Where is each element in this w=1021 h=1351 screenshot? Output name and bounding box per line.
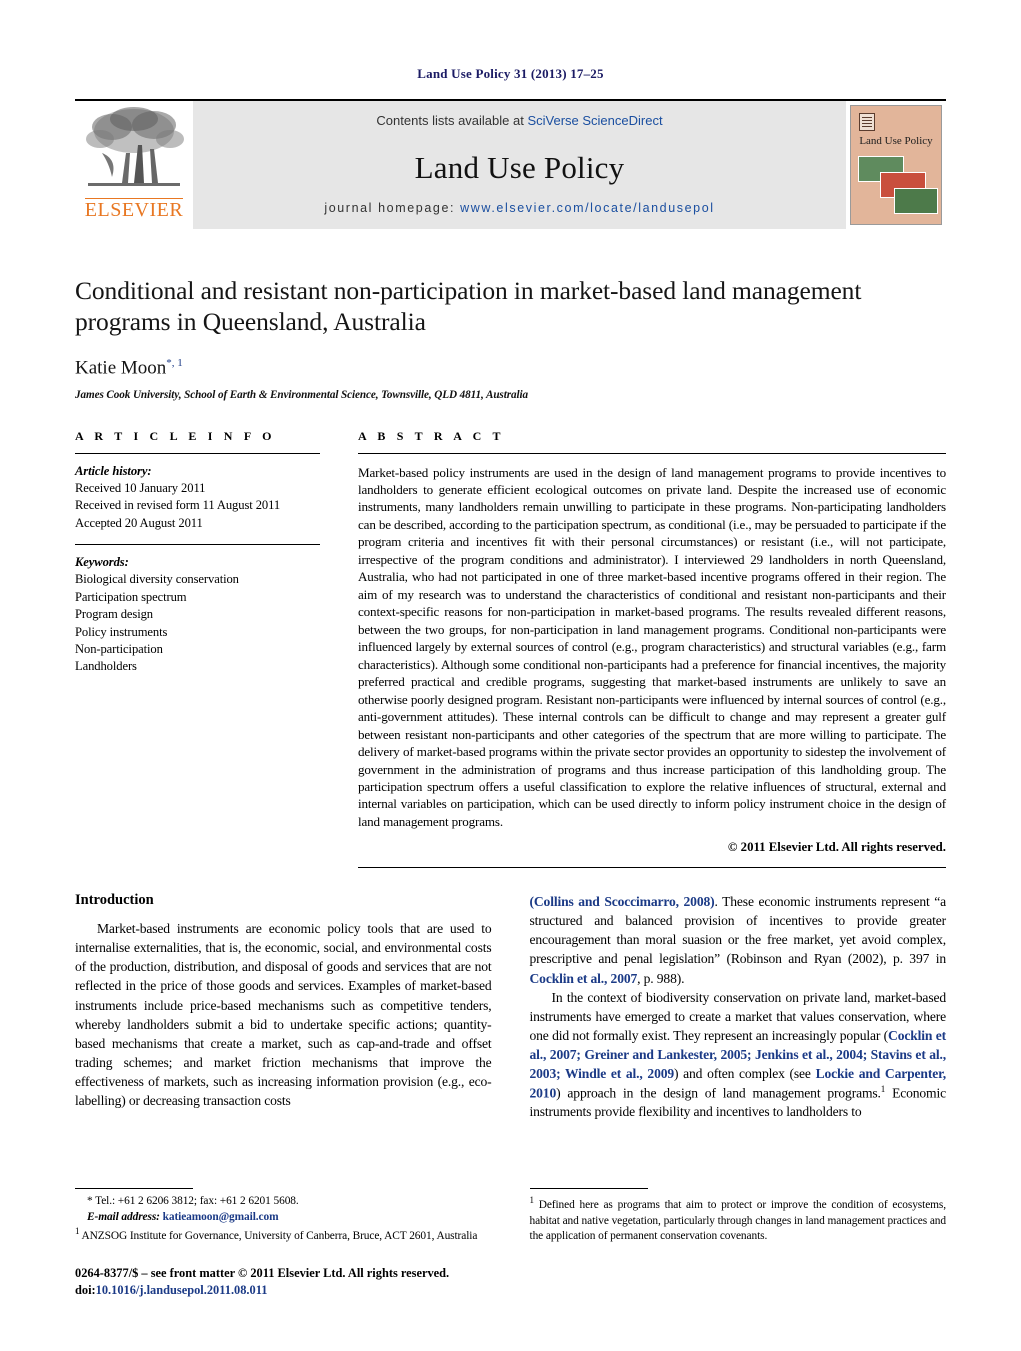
- sciencedirect-link[interactable]: SciVerse ScienceDirect: [527, 113, 662, 128]
- history-accepted: Accepted 20 August 2011: [75, 515, 203, 530]
- corresponding-author-note: * Tel.: +61 2 6206 3812; fax: +61 2 6201…: [87, 1195, 299, 1208]
- doi-line: doi:10.1016/j.landusepol.2011.08.011: [75, 1282, 492, 1299]
- citation-cocklin-2007[interactable]: Cocklin et al., 2007: [530, 971, 638, 986]
- journal-band: Contents lists available at SciVerse Sci…: [193, 101, 846, 229]
- keywords-label: Keywords:: [75, 555, 129, 570]
- homepage-url-link[interactable]: www.elsevier.com/locate/landusepol: [460, 201, 715, 215]
- doi-link[interactable]: 10.1016/j.landusepol.2011.08.011: [96, 1283, 268, 1297]
- article-page: Land Use Policy 31 (2013) 17–25 ELSEVIER…: [0, 0, 1021, 1351]
- abstract-column: A B S T R A C T Market-based policy inst…: [358, 429, 946, 869]
- abstract-rule: [358, 452, 946, 454]
- footnote-rule-left: [75, 1188, 193, 1190]
- footnote-left-column: * Tel.: +61 2 6206 3812; fax: +61 2 6201…: [75, 1188, 492, 1299]
- keyword-item: Biological diversity conservation: [75, 572, 239, 587]
- journal-cover-thumbnail: Land Use Policy: [846, 101, 946, 229]
- intro-paragraph-1-continued: (Collins and Scoccimarro, 2008). These e…: [530, 892, 947, 987]
- keyword-item: Program design: [75, 607, 153, 622]
- elsevier-logo: ELSEVIER: [75, 101, 193, 229]
- journal-title: Land Use Policy: [414, 150, 625, 185]
- journal-homepage-line: journal homepage: www.elsevier.com/locat…: [324, 201, 714, 215]
- article-info-separator: [75, 544, 320, 546]
- author-affiliation: James Cook University, School of Earth &…: [75, 388, 528, 401]
- cover-publisher-icon: [859, 113, 875, 131]
- article-info-rule: [75, 452, 320, 454]
- cover-title-text: Land Use Policy: [859, 135, 933, 147]
- keyword-item: Policy instruments: [75, 624, 168, 639]
- article-info-column: A R T I C L E I N F O Article history: R…: [75, 429, 320, 869]
- journal-masthead: ELSEVIER Contents lists available at Sci…: [75, 99, 946, 229]
- history-received: Received 10 January 2011: [75, 480, 206, 495]
- keyword-item: Participation spectrum: [75, 589, 187, 604]
- article-info-heading: A R T I C L E I N F O: [75, 428, 276, 443]
- keyword-item: Non-participation: [75, 641, 163, 656]
- affiliation-footnote-text: ANZSOG Institute for Governance, Univers…: [79, 1230, 478, 1243]
- author-footnote-marks[interactable]: *, 1: [166, 357, 183, 369]
- email-label: E-mail address:: [87, 1210, 163, 1223]
- body-columns: Introduction Market-based instruments ar…: [75, 892, 946, 1121]
- definition-footnote-text: Defined here as programs that aim to pro…: [529, 1199, 947, 1243]
- footnote-right-column: 1 Defined here as programs that aim to p…: [529, 1188, 947, 1299]
- cover-image: Land Use Policy: [850, 105, 942, 225]
- keyword-item: Landholders: [75, 659, 137, 674]
- issn-line: 0264-8377/$ – see front matter © 2011 El…: [75, 1265, 450, 1280]
- author-name: Katie Moon: [75, 357, 167, 379]
- contents-prefix: Contents lists available at: [376, 113, 528, 128]
- issn-copyright-block: 0264-8377/$ – see front matter © 2011 El…: [75, 1265, 492, 1299]
- running-head: Land Use Policy 31 (2013) 17–25: [417, 66, 604, 81]
- homepage-label: journal homepage:: [324, 201, 461, 215]
- email-note: E-mail address: katieamoon@gmail.com: [75, 1210, 492, 1226]
- info-abstract-section: A R T I C L E I N F O Article history: R…: [75, 429, 946, 869]
- citation-collins-scoccimarro[interactable]: (Collins and Scoccimarro, 2008): [530, 894, 715, 909]
- elsevier-tree-icon: [86, 107, 184, 186]
- author-list: Katie Moon*, 1: [75, 357, 946, 379]
- contents-available-line: Contents lists available at SciVerse Sci…: [376, 113, 662, 128]
- cover-photo-3: [894, 188, 938, 214]
- abstract-text: Market-based policy instruments are used…: [358, 464, 946, 829]
- affiliation-footnote: 1 ANZSOG Institute for Governance, Unive…: [75, 1225, 492, 1244]
- doi-label: doi:: [75, 1282, 96, 1297]
- body-right-column: (Collins and Scoccimarro, 2008). These e…: [530, 892, 947, 1121]
- intro-paragraph-1: Market-based instruments are economic po…: [75, 921, 492, 1108]
- email-link[interactable]: katieamoon@gmail.com: [163, 1211, 279, 1223]
- abstract-end-rule: [358, 867, 946, 869]
- footnote-rule-right: [529, 1188, 648, 1190]
- article-history-group: Article history: Received 10 January 201…: [75, 463, 320, 533]
- history-revised: Received in revised form 11 August 2011: [75, 498, 281, 513]
- footnotes-section: * Tel.: +61 2 6206 3812; fax: +61 2 6201…: [75, 1188, 946, 1299]
- intro-text-1d: , p. 988).: [637, 970, 685, 986]
- intro-text-2a: In the context of biodiversity conservat…: [529, 989, 947, 1043]
- introduction-heading: Introduction: [75, 892, 154, 909]
- intro-text-2e: ) approach in the design of land managem…: [556, 1085, 881, 1101]
- article-history-label: Article history:: [75, 463, 152, 478]
- definition-footnote: 1 Defined here as programs that aim to p…: [530, 1194, 947, 1244]
- intro-text-2c: ) and often complex (see: [674, 1065, 816, 1081]
- body-left-column: Introduction Market-based instruments ar…: [75, 892, 492, 1121]
- abstract-heading: A B S T R A C T: [358, 428, 505, 443]
- abstract-copyright: © 2011 Elsevier Ltd. All rights reserved…: [727, 840, 946, 855]
- keywords-group: Keywords: Biological diversity conservat…: [75, 554, 320, 676]
- intro-paragraph-2: In the context of biodiversity conservat…: [530, 988, 947, 1122]
- title-block: Conditional and resistant non-participat…: [75, 275, 946, 401]
- page-title: Conditional and resistant non-participat…: [75, 276, 862, 337]
- elsevier-wordmark: ELSEVIER: [84, 198, 184, 221]
